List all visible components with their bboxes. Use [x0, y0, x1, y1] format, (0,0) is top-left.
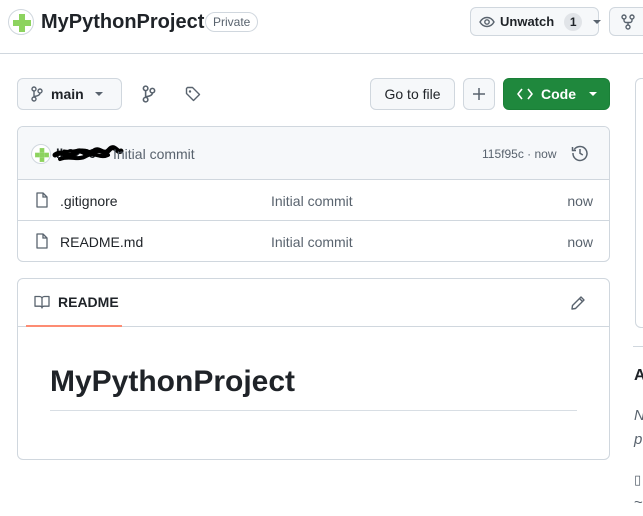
file-commit-message[interactable]: Initial commit — [271, 234, 353, 250]
branches-icon[interactable] — [141, 85, 157, 103]
commit-hash-time[interactable]: 115f95c · now — [482, 147, 557, 161]
author-avatar[interactable] — [31, 144, 51, 164]
tab-readme[interactable]: README — [26, 279, 122, 327]
branch-icon — [31, 86, 43, 102]
sidebar-about-heading: A — [634, 367, 643, 384]
visibility-badge: Private — [205, 12, 259, 32]
file-commit-message[interactable]: Initial commit — [271, 193, 353, 209]
readme-header: README — [18, 279, 609, 327]
file-name[interactable]: .gitignore — [60, 193, 118, 209]
file-commit-time: now — [567, 193, 593, 209]
activity-icon[interactable]: ~ — [634, 494, 643, 511]
file-browser: lk2256 Initial commit 115f95c · now .git… — [17, 126, 610, 262]
file-row[interactable]: README.md Initial commit now — [18, 221, 609, 261]
tag-icon[interactable] — [185, 86, 201, 102]
code-label: Code — [541, 86, 576, 102]
pencil-icon[interactable] — [570, 295, 586, 311]
watch-count-badge: 1 — [564, 12, 583, 31]
chevron-down-icon — [94, 91, 104, 97]
commit-message[interactable]: Initial commit — [113, 146, 195, 162]
branch-name: main — [51, 86, 84, 102]
sidebar-divider — [633, 346, 643, 347]
chevron-down-icon — [592, 19, 602, 25]
file-icon — [35, 192, 49, 208]
file-commit-time: now — [567, 234, 593, 250]
sidebar-panel — [635, 78, 643, 328]
eye-icon — [479, 14, 495, 30]
readme-tab-label: README — [58, 294, 119, 310]
chevron-down-icon — [588, 91, 598, 97]
unwatch-label: Unwatch — [500, 14, 555, 29]
repo-avatar — [8, 9, 34, 35]
file-icon — [35, 233, 49, 249]
readme-panel: README MyPythonProject — [17, 278, 610, 460]
sidebar-description-line: N — [634, 407, 643, 424]
code-icon — [517, 88, 533, 100]
heading-rule — [50, 410, 577, 411]
repo-title[interactable]: MyPythonProject — [41, 11, 204, 34]
plus-icon — [472, 87, 486, 101]
file-row[interactable]: .gitignore Initial commit now — [18, 180, 609, 221]
header-divider — [0, 53, 643, 54]
branch-select-button[interactable]: main — [17, 78, 122, 110]
add-file-button[interactable] — [463, 78, 495, 110]
file-name[interactable]: README.md — [60, 234, 143, 250]
readme-heading: MyPythonProject — [50, 365, 296, 398]
unwatch-button[interactable]: Unwatch 1 — [470, 7, 602, 36]
fork-button[interactable] — [609, 7, 643, 36]
history-icon[interactable] — [571, 144, 589, 162]
code-button[interactable]: Code — [503, 78, 610, 110]
book-icon — [34, 295, 50, 309]
latest-commit-bar: lk2256 Initial commit 115f95c · now — [18, 127, 609, 180]
sidebar-description-line: p — [634, 431, 643, 448]
go-to-file-button[interactable]: Go to file — [370, 78, 455, 110]
book-icon[interactable]: ▯ — [634, 472, 641, 488]
fork-icon — [621, 13, 635, 30]
